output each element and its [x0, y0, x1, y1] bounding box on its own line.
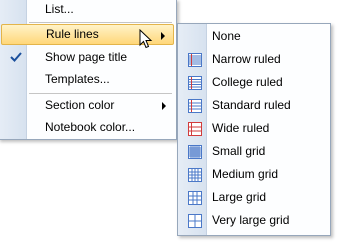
menu-separator — [29, 22, 172, 23]
menu-item-label: Narrow ruled — [212, 52, 281, 66]
menu-item-label: Rule lines — [46, 27, 99, 41]
menu-item-label: Section color — [45, 98, 115, 112]
menu-item-label: Templates... — [45, 72, 110, 86]
submenu-item-standard-ruled[interactable]: Standard ruled — [180, 95, 328, 116]
menu-item-label: Wide ruled — [212, 121, 270, 135]
menu-item-section-color[interactable]: Section color — [1, 95, 174, 116]
standard-ruled-icon — [188, 99, 202, 113]
wide-ruled-icon — [188, 122, 202, 136]
menu-item-label: Small grid — [212, 144, 266, 158]
rule-lines-submenu: None Narrow ruled College ruled Standard… — [177, 23, 331, 236]
submenu-item-small-grid[interactable]: Small grid — [180, 141, 328, 162]
menu-item-label: Notebook color... — [45, 120, 136, 134]
submenu-item-college-ruled[interactable]: College ruled — [180, 72, 328, 93]
submenu-arrow-icon — [161, 32, 165, 40]
submenu-item-none[interactable]: None — [180, 26, 328, 47]
small-grid-icon — [188, 145, 202, 159]
submenu-item-medium-grid[interactable]: Medium grid — [180, 164, 328, 185]
context-menu: List... Rule lines Show page title Templ… — [0, 0, 177, 140]
mouse-pointer-icon — [139, 28, 155, 51]
submenu-arrow-icon — [162, 102, 166, 110]
menu-item-label: Medium grid — [212, 167, 279, 181]
menu-item-label: None — [212, 29, 241, 43]
medium-grid-icon — [188, 168, 202, 182]
menu-item-label: College ruled — [212, 75, 283, 89]
large-grid-icon — [188, 191, 202, 205]
menu-item-templates[interactable]: Templates... — [1, 69, 174, 90]
menu-item-label: Standard ruled — [212, 98, 291, 112]
submenu-item-narrow-ruled[interactable]: Narrow ruled — [180, 49, 328, 70]
menu-item-label: Very large grid — [212, 213, 290, 227]
checkmark-icon — [9, 50, 23, 64]
submenu-item-very-large-grid[interactable]: Very large grid — [180, 210, 328, 231]
college-ruled-icon — [188, 76, 202, 90]
menu-item-list[interactable]: List... — [1, 0, 174, 20]
very-large-grid-icon — [188, 214, 202, 228]
menu-separator — [29, 93, 172, 94]
menu-item-notebook-color[interactable]: Notebook color... — [1, 117, 174, 138]
menu-item-label: Large grid — [212, 190, 267, 204]
submenu-item-large-grid[interactable]: Large grid — [180, 187, 328, 208]
menu-item-label: Show page title — [45, 50, 128, 64]
menu-item-label: List... — [45, 2, 74, 16]
narrow-ruled-icon — [188, 53, 202, 67]
submenu-item-wide-ruled[interactable]: Wide ruled — [180, 118, 328, 139]
